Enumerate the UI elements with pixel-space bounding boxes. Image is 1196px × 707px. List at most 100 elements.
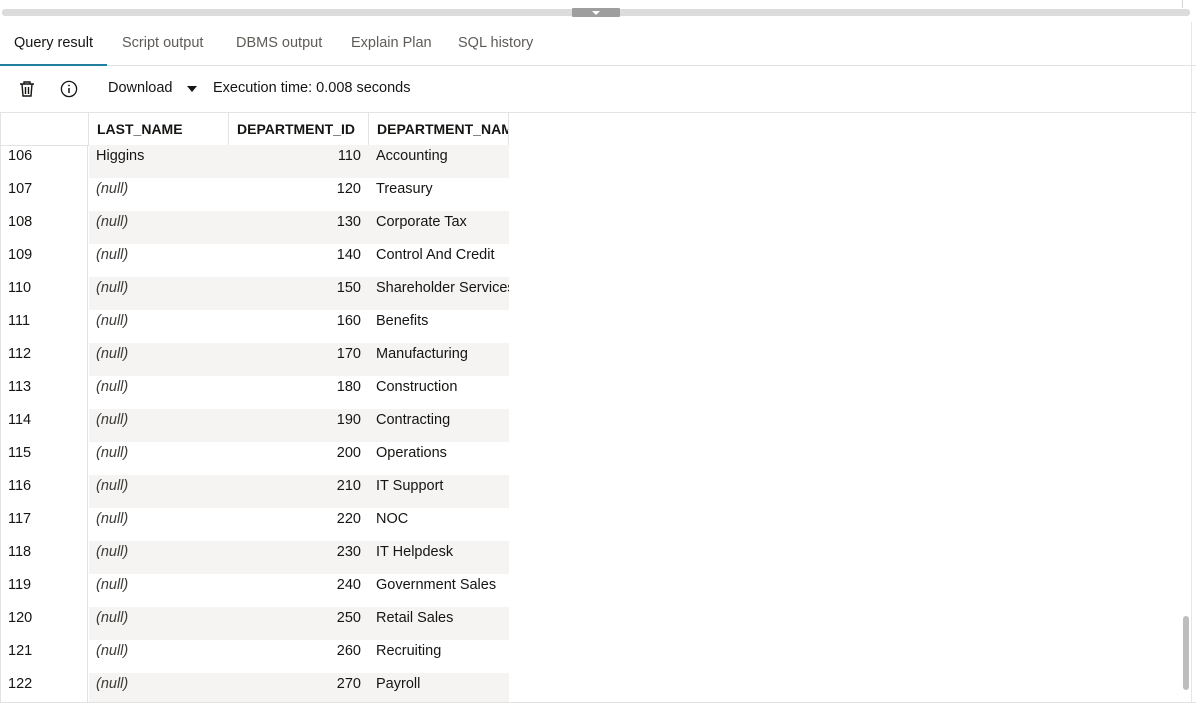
cell-last-name[interactable]: (null) [96, 178, 128, 200]
panel-splitter[interactable] [0, 0, 1196, 22]
tab-explain-plan[interactable]: Explain Plan [351, 22, 432, 65]
cell-department-name[interactable]: NOC [376, 508, 509, 530]
cell-department-id[interactable]: 240 [229, 574, 361, 596]
info-icon[interactable] [59, 79, 79, 99]
cell-department-id[interactable]: 200 [229, 442, 361, 464]
cell-last-name[interactable]: Higgins [96, 145, 144, 167]
vertical-scrollbar[interactable] [1182, 146, 1191, 702]
cell-department-name[interactable]: Benefits [376, 310, 509, 332]
cell-last-name[interactable]: (null) [96, 640, 128, 662]
table-row[interactable]: 114 (null) 190 Contracting [0, 409, 509, 442]
cell-department-id[interactable]: 250 [229, 607, 361, 629]
column-header-department-name[interactable]: DEPARTMENT_NAM [369, 113, 509, 145]
cell-department-id[interactable]: 140 [229, 244, 361, 266]
row-number[interactable]: 115 [8, 442, 31, 475]
column-header-department-id[interactable]: DEPARTMENT_ID [229, 113, 369, 145]
cell-department-name[interactable]: Government Sales [376, 574, 509, 596]
cell-department-name[interactable]: Corporate Tax [376, 211, 509, 233]
table-row[interactable]: 120 (null) 250 Retail Sales [0, 607, 509, 640]
scrollbar-thumb[interactable] [1183, 616, 1189, 690]
cell-department-id[interactable]: 270 [229, 673, 361, 695]
table-row[interactable]: 107 (null) 120 Treasury [0, 178, 509, 211]
cell-department-id[interactable]: 230 [229, 541, 361, 563]
cell-department-name[interactable]: Manufacturing [376, 343, 509, 365]
table-row[interactable]: 110 (null) 150 Shareholder Services [0, 277, 509, 310]
tab-query-result[interactable]: Query result [0, 22, 107, 66]
cell-last-name[interactable]: (null) [96, 475, 128, 497]
cell-last-name[interactable]: (null) [96, 244, 128, 266]
table-row[interactable]: 111 (null) 160 Benefits [0, 310, 509, 343]
cell-last-name[interactable]: (null) [96, 211, 128, 233]
row-number[interactable]: 108 [8, 211, 32, 244]
tab-sql-history[interactable]: SQL history [458, 22, 533, 65]
row-number[interactable]: 114 [8, 409, 31, 442]
cell-last-name[interactable]: (null) [96, 376, 128, 398]
table-row[interactable]: 109 (null) 140 Control And Credit [0, 244, 509, 277]
row-number[interactable]: 122 [8, 673, 32, 702]
row-number[interactable]: 117 [8, 508, 31, 541]
row-number[interactable]: 109 [8, 244, 32, 277]
cell-department-name[interactable]: Contracting [376, 409, 509, 431]
tab-dbms-output[interactable]: DBMS output [236, 22, 322, 65]
cell-department-name[interactable]: Shareholder Services [376, 277, 509, 299]
cell-last-name[interactable]: (null) [96, 673, 128, 695]
table-row[interactable]: 117 (null) 220 NOC [0, 508, 509, 541]
cell-department-id[interactable]: 110 [229, 145, 361, 167]
tab-script-output[interactable]: Script output [122, 22, 203, 65]
cell-last-name[interactable]: (null) [96, 277, 128, 299]
cell-last-name[interactable]: (null) [96, 343, 128, 365]
cell-department-name[interactable]: IT Support [376, 475, 509, 497]
row-number[interactable]: 120 [8, 607, 32, 640]
cell-department-name[interactable]: Construction [376, 376, 509, 398]
cell-department-name[interactable]: Recruiting [376, 640, 509, 662]
cell-department-id[interactable]: 130 [229, 211, 361, 233]
cell-department-id[interactable]: 150 [229, 277, 361, 299]
table-row[interactable]: 112 (null) 170 Manufacturing [0, 343, 509, 376]
table-row[interactable]: 118 (null) 230 IT Helpdesk [0, 541, 509, 574]
column-header-last-name[interactable]: LAST_NAME [89, 113, 229, 145]
row-number[interactable]: 121 [8, 640, 32, 673]
row-number[interactable]: 113 [8, 376, 31, 409]
row-number[interactable]: 116 [8, 475, 31, 508]
cell-last-name[interactable]: (null) [96, 409, 128, 431]
row-number[interactable]: 110 [8, 277, 31, 310]
cell-department-id[interactable]: 260 [229, 640, 361, 662]
table-row[interactable]: 113 (null) 180 Construction [0, 376, 509, 409]
cell-last-name[interactable]: (null) [96, 508, 128, 530]
cell-department-id[interactable]: 180 [229, 376, 361, 398]
cell-department-name[interactable]: Control And Credit [376, 244, 509, 266]
download-button[interactable]: Download [108, 66, 173, 112]
table-row[interactable]: 119 (null) 240 Government Sales [0, 574, 509, 607]
row-number[interactable]: 106 [8, 145, 32, 178]
table-row[interactable]: 115 (null) 200 Operations [0, 442, 509, 475]
cell-last-name[interactable]: (null) [96, 442, 128, 464]
cell-department-id[interactable]: 170 [229, 343, 361, 365]
row-number[interactable]: 119 [8, 574, 31, 607]
cell-department-id[interactable]: 220 [229, 508, 361, 530]
cell-department-name[interactable]: Accounting [376, 145, 509, 167]
cell-department-name[interactable]: Treasury [376, 178, 509, 200]
cell-last-name[interactable]: (null) [96, 541, 128, 563]
cell-department-name[interactable]: IT Helpdesk [376, 541, 509, 563]
table-row[interactable]: 106 Higgins 110 Accounting [0, 145, 509, 178]
row-number[interactable]: 107 [8, 178, 32, 211]
table-row[interactable]: 122 (null) 270 Payroll [0, 673, 509, 702]
cell-department-name[interactable]: Operations [376, 442, 509, 464]
trash-icon[interactable] [17, 79, 37, 99]
cell-department-id[interactable]: 190 [229, 409, 361, 431]
cell-department-id[interactable]: 120 [229, 178, 361, 200]
row-number[interactable]: 118 [8, 541, 31, 574]
cell-department-name[interactable]: Retail Sales [376, 607, 509, 629]
table-row[interactable]: 121 (null) 260 Recruiting [0, 640, 509, 673]
cell-last-name[interactable]: (null) [96, 310, 128, 332]
chevron-down-icon[interactable] [187, 86, 197, 92]
cell-department-id[interactable]: 160 [229, 310, 361, 332]
table-row[interactable]: 116 (null) 210 IT Support [0, 475, 509, 508]
cell-department-id[interactable]: 210 [229, 475, 361, 497]
row-number[interactable]: 111 [8, 310, 30, 343]
row-number[interactable]: 112 [8, 343, 31, 376]
cell-last-name[interactable]: (null) [96, 607, 128, 629]
collapse-handle[interactable] [572, 8, 620, 17]
cell-last-name[interactable]: (null) [96, 574, 128, 596]
cell-department-name[interactable]: Payroll [376, 673, 509, 695]
